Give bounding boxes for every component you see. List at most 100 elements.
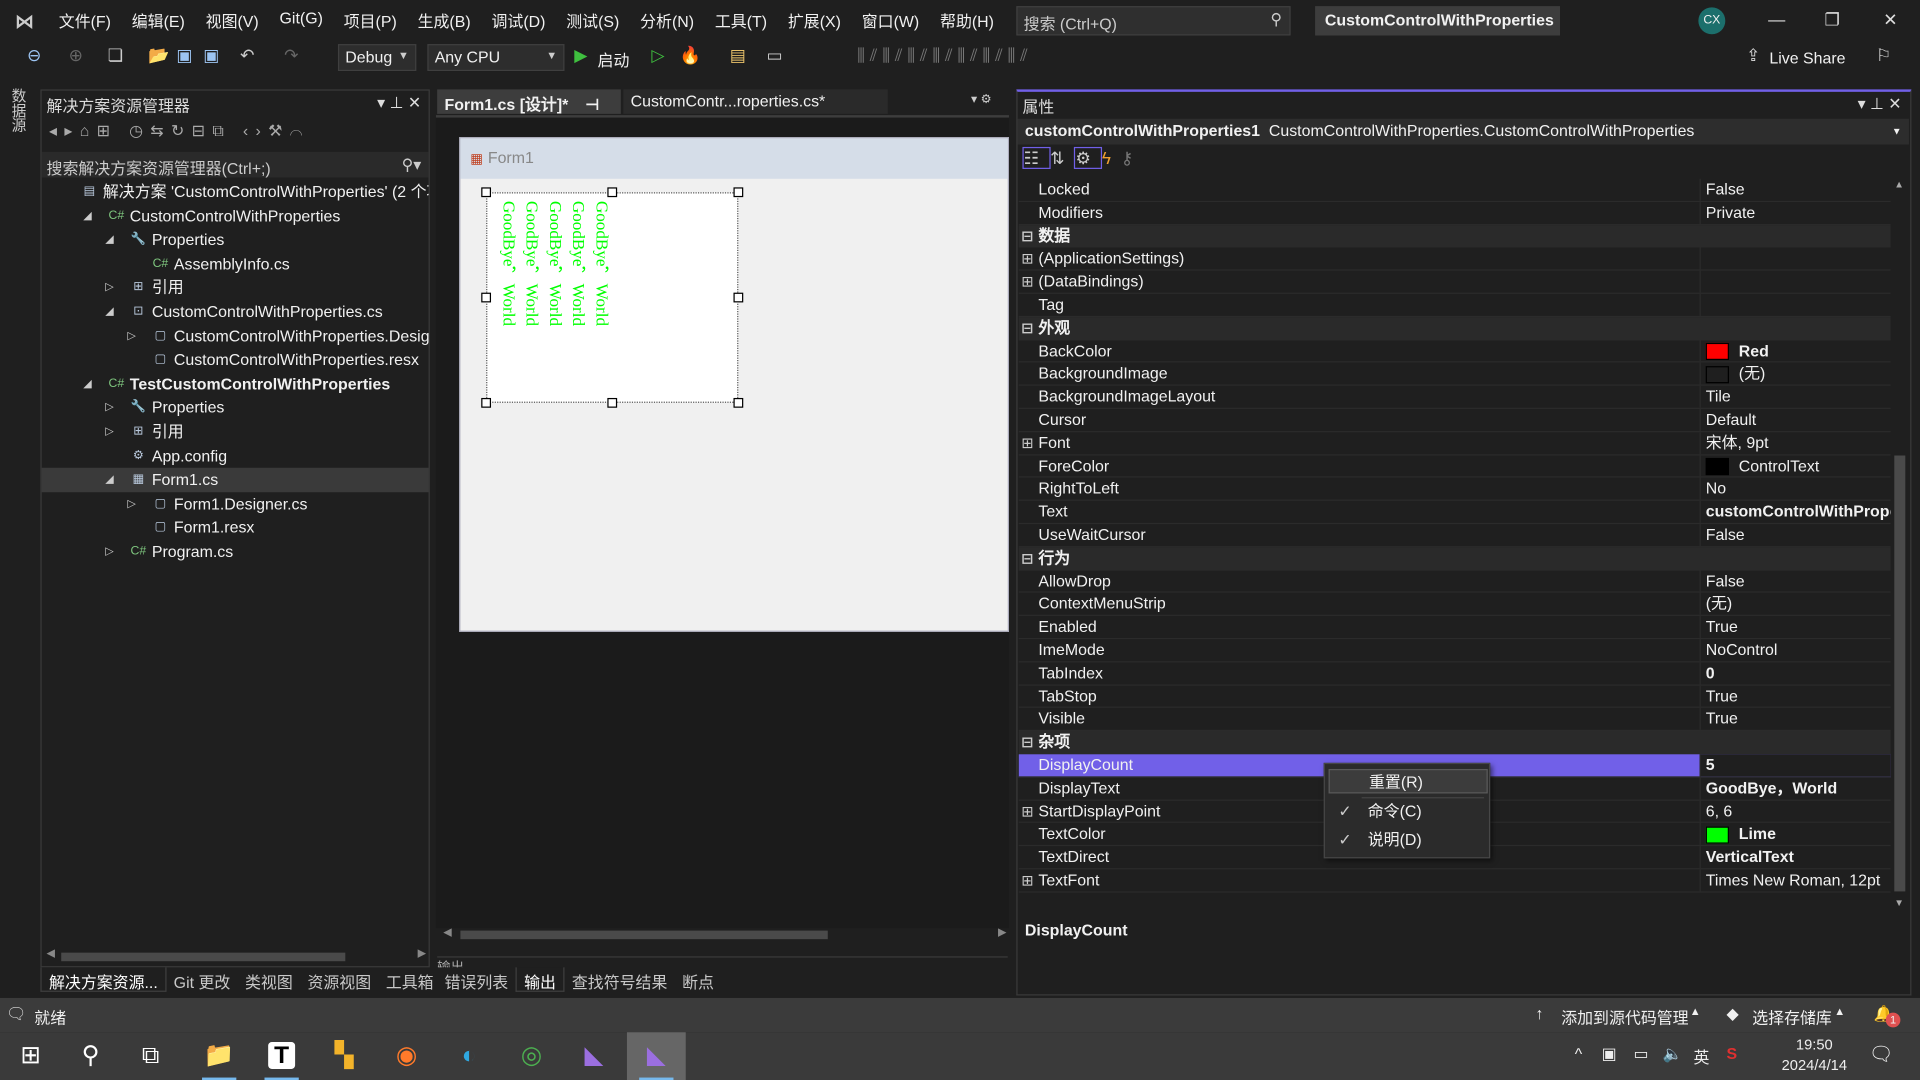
- property-row[interactable]: TabIndex 0: [1018, 662, 1891, 686]
- taskbar-start-button[interactable]: ⊞: [1, 1032, 60, 1080]
- property-value[interactable]: True: [1699, 708, 1891, 731]
- object-selector[interactable]: customControlWithProperties1 CustomContr…: [1017, 118, 1909, 145]
- property-value[interactable]: False: [1699, 524, 1891, 546]
- search-input[interactable]: 搜索 (Ctrl+Q) ⚲: [1016, 6, 1291, 36]
- pin-icon[interactable]: ⊣: [581, 96, 600, 114]
- resize-handle[interactable]: [481, 187, 492, 198]
- designer-horizontal-scrollbar[interactable]: ◀ ▶: [443, 926, 1007, 943]
- solution-explorer-toolbar-icons[interactable]: ◂▸⌂⊞ ◷⇆↻⊟⧉ ‹›⚒⌒: [49, 121, 310, 141]
- expanded-arrow-icon[interactable]: ◢: [105, 468, 113, 492]
- categorized-icon[interactable]: ☷: [1022, 146, 1051, 169]
- property-value[interactable]: NoControl: [1699, 639, 1891, 661]
- taskbar-edge-button[interactable]: ◐: [440, 1032, 499, 1080]
- property-row[interactable]: UseWaitCursor False: [1018, 524, 1891, 548]
- property-category[interactable]: ⊟ 行为: [1018, 547, 1891, 571]
- expanded-arrow-icon[interactable]: ◢: [83, 372, 91, 396]
- undo-icon[interactable]: ↶: [240, 45, 254, 66]
- minimize-button[interactable]: —: [1768, 10, 1785, 30]
- start-button[interactable]: 启动: [598, 48, 630, 71]
- tray-app-icon[interactable]: ▣: [1602, 1044, 1617, 1064]
- menu-item[interactable]: Git(G): [280, 9, 323, 32]
- tree-item[interactable]: C# AssemblyInfo.cs: [42, 252, 429, 276]
- property-row[interactable]: BackgroundImageLayout Tile: [1018, 385, 1891, 409]
- bottom-tab[interactable]: 资源视图: [300, 967, 378, 991]
- ime-indicator[interactable]: 英: [1693, 1044, 1709, 1067]
- redo-icon[interactable]: ↷: [284, 45, 298, 66]
- property-value[interactable]: Private: [1699, 201, 1891, 224]
- tree-item[interactable]: ▢ Form1.resx: [42, 516, 429, 540]
- property-value[interactable]: Default: [1699, 408, 1891, 431]
- property-value[interactable]: (无): [1699, 593, 1891, 615]
- taskbar-firefox-button[interactable]: ◉: [377, 1032, 436, 1080]
- property-row[interactable]: ⊞ (ApplicationSettings): [1018, 247, 1891, 271]
- document-tab[interactable]: CustomContr...roperties.cs*: [623, 89, 888, 114]
- property-value[interactable]: 5: [1699, 754, 1891, 777]
- resize-handle[interactable]: [733, 292, 744, 303]
- property-value[interactable]: Tile: [1699, 385, 1891, 408]
- property-row[interactable]: ImeMode NoControl: [1018, 639, 1891, 663]
- menu-item[interactable]: 调试(D): [491, 9, 545, 32]
- expand-icon[interactable]: ⊞: [1021, 869, 1033, 892]
- menu-item[interactable]: 项目(P): [344, 9, 397, 32]
- tree-item[interactable]: ◢ 🔧 Properties: [42, 228, 429, 252]
- property-value[interactable]: VerticalText: [1699, 846, 1891, 869]
- bottom-tab[interactable]: 错误列表: [437, 967, 515, 991]
- menu-item[interactable]: 帮助(H): [940, 9, 994, 32]
- property-value[interactable]: (无): [1699, 362, 1891, 385]
- property-row[interactable]: Tag: [1018, 293, 1891, 317]
- close-button[interactable]: ✕: [1883, 10, 1897, 31]
- menu-item[interactable]: 分析(N): [640, 9, 694, 32]
- expanded-arrow-icon[interactable]: ◢: [83, 204, 91, 228]
- alphabetical-icon[interactable]: ⇅: [1050, 148, 1074, 168]
- taskbar-visual-studio-preview-button[interactable]: ◣: [626, 1032, 686, 1080]
- property-value[interactable]: GoodBye，World: [1699, 777, 1891, 800]
- menu-item[interactable]: 测试(S): [566, 9, 619, 32]
- property-row[interactable]: Cursor Default: [1018, 408, 1891, 432]
- menu-item[interactable]: 工具(T): [715, 9, 767, 32]
- property-row[interactable]: Visible True: [1018, 708, 1891, 732]
- resize-handle[interactable]: [481, 292, 492, 303]
- tree-item[interactable]: ▷ 🔧 Properties: [42, 396, 429, 420]
- taskbar-chrome-button[interactable]: ◎: [502, 1032, 561, 1080]
- platform-dropdown[interactable]: Any CPU ▼: [427, 44, 565, 72]
- data-sources-tab[interactable]: 数据源: [10, 88, 30, 132]
- save-icon[interactable]: ▣: [176, 45, 192, 66]
- bottom-tab[interactable]: Git 更改: [166, 967, 237, 991]
- property-value[interactable]: 6, 6: [1699, 800, 1891, 823]
- property-row[interactable]: RightToLeft No: [1018, 478, 1891, 502]
- window-layout-icon[interactable]: ▭: [767, 45, 783, 66]
- tree-item[interactable]: ▷ ⊞ 引用: [42, 420, 429, 444]
- action-center-icon[interactable]: 🗨: [1869, 1042, 1894, 1066]
- property-row[interactable]: BackColor Red: [1018, 339, 1891, 363]
- tree-item[interactable]: ▷ C# Program.cs: [42, 540, 429, 564]
- property-value[interactable]: ControlText: [1699, 455, 1891, 477]
- tree-item[interactable]: ◢ ⊡ CustomControlWithProperties.cs: [42, 300, 429, 324]
- panel-controls-icons[interactable]: ▾ ⊥ ✕: [377, 93, 421, 113]
- property-row[interactable]: ⊞ TextFont Times New Roman, 12pt: [1018, 869, 1891, 893]
- expand-icon[interactable]: ⊞: [1021, 248, 1033, 271]
- taskbar-typora-button[interactable]: T: [252, 1032, 311, 1080]
- context-menu-item[interactable]: ✓ 说明(D): [1329, 828, 1488, 852]
- collapsed-arrow-icon[interactable]: ▷: [105, 420, 113, 444]
- property-grid-scrollbar[interactable]: ▲ ▼: [1894, 179, 1906, 909]
- back-icon[interactable]: ⊖: [27, 45, 41, 66]
- horizontal-scrollbar[interactable]: ◀ ▶: [47, 947, 427, 963]
- collapse-icon[interactable]: ⊟: [1021, 731, 1033, 754]
- collapsed-arrow-icon[interactable]: ▷: [127, 324, 135, 348]
- tree-item[interactable]: ◢ C# CustomControlWithProperties: [42, 204, 429, 228]
- tree-item[interactable]: ▷ ▢ CustomControlWithProperties.Designer.c…: [42, 324, 428, 348]
- collapse-icon[interactable]: ⊟: [1021, 225, 1033, 248]
- save-all-icon[interactable]: ▣: [203, 45, 219, 66]
- context-menu-item[interactable]: 重置(R): [1328, 768, 1488, 794]
- show-hidden-icons-icon[interactable]: ^: [1575, 1044, 1582, 1062]
- tree-item[interactable]: ▷ ▢ Form1.Designer.cs: [42, 492, 429, 516]
- tab-overflow-icon[interactable]: ▾ ⚙: [971, 93, 992, 106]
- new-project-icon[interactable]: ❏: [108, 45, 123, 66]
- volume-icon[interactable]: 🔈: [1663, 1044, 1683, 1064]
- expand-icon[interactable]: ⊞: [1021, 271, 1033, 294]
- property-value[interactable]: Times New Roman, 12pt: [1699, 869, 1891, 892]
- properties-icon[interactable]: ⚙: [1074, 146, 1102, 169]
- document-tab[interactable]: Form1.cs [设计]* ⊣ ✕: [437, 89, 621, 133]
- property-value[interactable]: Red: [1699, 339, 1891, 362]
- bottom-tab[interactable]: 工具箱: [379, 967, 441, 991]
